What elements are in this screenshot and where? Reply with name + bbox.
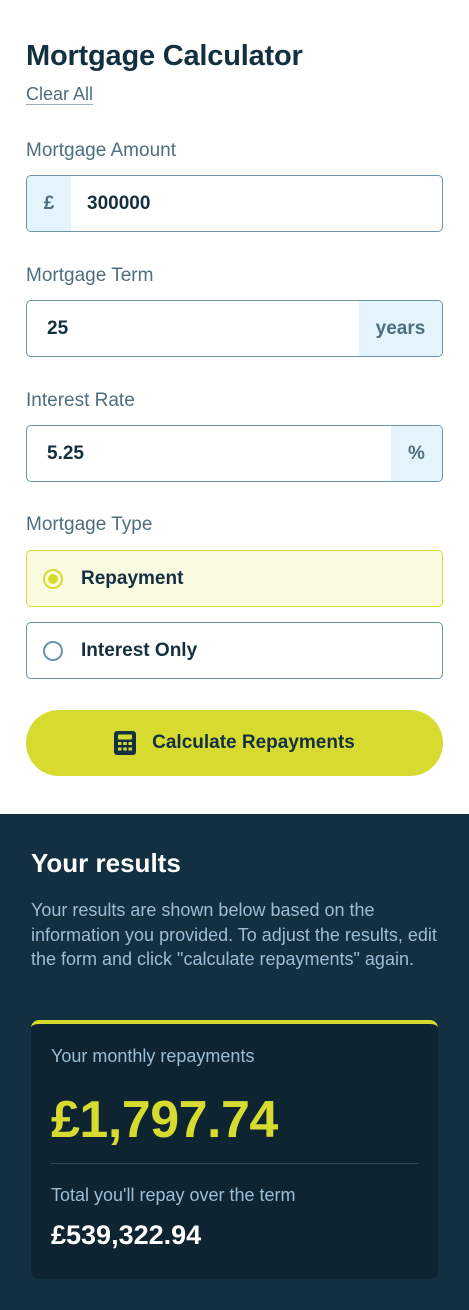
mortgage-term-field: years (26, 300, 443, 357)
total-repay-value: £539,322.94 (51, 1220, 202, 1250)
mortgage-term-input[interactable] (27, 301, 359, 356)
radio-label-interest-only: Interest Only (81, 639, 198, 661)
radio-option-repayment[interactable]: Repayment (26, 550, 443, 607)
radio-unchecked-icon (43, 640, 63, 661)
mortgage-type-label: Mortgage Type (26, 514, 153, 535)
results-description: Your results are shown below based on th… (31, 900, 437, 969)
interest-rate-input[interactable] (27, 426, 391, 481)
radio-option-interest-only[interactable]: Interest Only (26, 622, 443, 679)
monthly-repayments-label: Your monthly repayments (51, 1046, 255, 1066)
radio-checked-icon (43, 568, 63, 589)
monthly-repayments-value: £1,797.74 (51, 1091, 278, 1149)
calculator-icon (114, 731, 137, 755)
years-suffix: years (359, 301, 442, 356)
results-panel: Your results Your results are shown belo… (0, 814, 469, 1310)
clear-all-link[interactable]: Clear All (26, 84, 93, 105)
percent-suffix: % (391, 426, 442, 481)
mortgage-term-label: Mortgage Term (26, 265, 154, 286)
mortgage-amount-label: Mortgage Amount (26, 140, 176, 161)
card-divider (51, 1163, 418, 1164)
calculate-button-label: Calculate Repayments (152, 732, 355, 753)
calculate-repayments-button[interactable]: Calculate Repayments (26, 710, 443, 776)
mortgage-amount-input[interactable] (71, 176, 442, 231)
results-title: Your results (31, 848, 181, 878)
radio-label-repayment: Repayment (81, 567, 184, 589)
calculator-form: Mortgage Calculator Clear All Mortgage A… (0, 0, 469, 814)
interest-rate-field: % (26, 425, 443, 482)
results-card: Your monthly repayments £1,797.74 Total … (31, 1020, 438, 1279)
total-repay-label: Total you'll repay over the term (51, 1185, 296, 1205)
interest-rate-label: Interest Rate (26, 390, 135, 411)
page-title: Mortgage Calculator (26, 40, 303, 72)
mortgage-amount-field: £ (26, 175, 443, 232)
pound-prefix: £ (27, 176, 71, 231)
